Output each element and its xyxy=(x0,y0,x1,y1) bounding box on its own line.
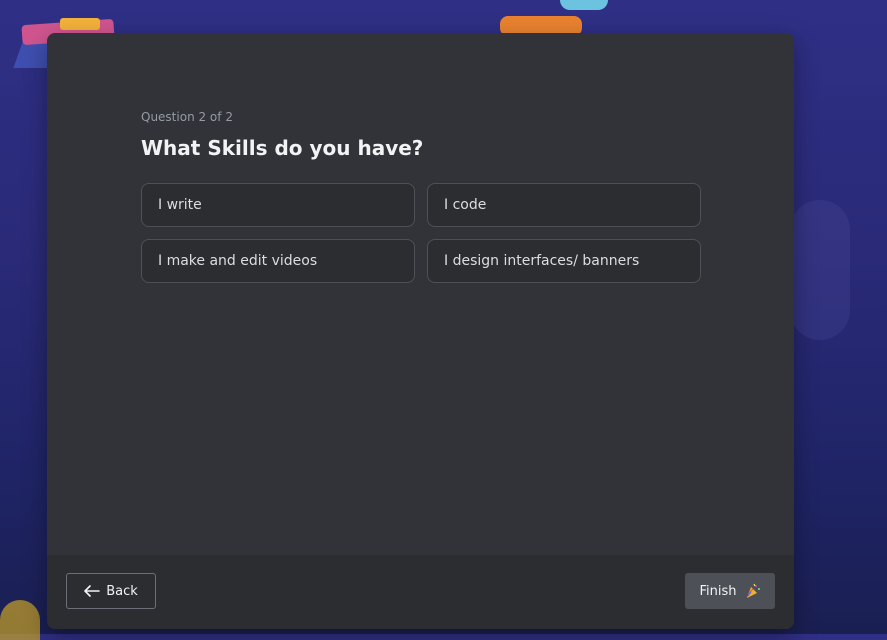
question-title: What Skills do you have? xyxy=(141,136,424,160)
back-button-label: Back xyxy=(106,583,138,599)
option-label: I design interfaces/ banners xyxy=(444,253,640,269)
back-button[interactable]: Back xyxy=(66,573,156,609)
question-section: Question 2 of 2 What Skills do you have?… xyxy=(141,109,701,283)
finish-button-label: Finish xyxy=(699,583,737,599)
background-illustration-fish xyxy=(560,0,608,10)
background-illustration-blob xyxy=(0,600,40,640)
answer-options: I write I code I make and edit videos I … xyxy=(141,183,701,283)
background-illustration-blob xyxy=(790,200,850,340)
option-label: I write xyxy=(158,197,202,213)
option-label: I make and edit videos xyxy=(158,253,318,269)
finish-button[interactable]: Finish xyxy=(685,573,775,609)
option-design-interfaces[interactable]: I design interfaces/ banners xyxy=(427,239,701,283)
option-i-write[interactable]: I write xyxy=(141,183,415,227)
onboarding-modal: Question 2 of 2 What Skills do you have?… xyxy=(47,33,794,629)
modal-footer: Back Finish xyxy=(47,555,794,629)
option-make-edit-videos[interactable]: I make and edit videos xyxy=(141,239,415,283)
background-illustration-book xyxy=(60,18,100,30)
party-popper-icon xyxy=(745,583,761,599)
question-progress: Question 2 of 2 xyxy=(141,110,233,124)
option-i-code[interactable]: I code xyxy=(427,183,701,227)
option-label: I code xyxy=(444,197,487,213)
arrow-left-icon xyxy=(84,585,101,597)
